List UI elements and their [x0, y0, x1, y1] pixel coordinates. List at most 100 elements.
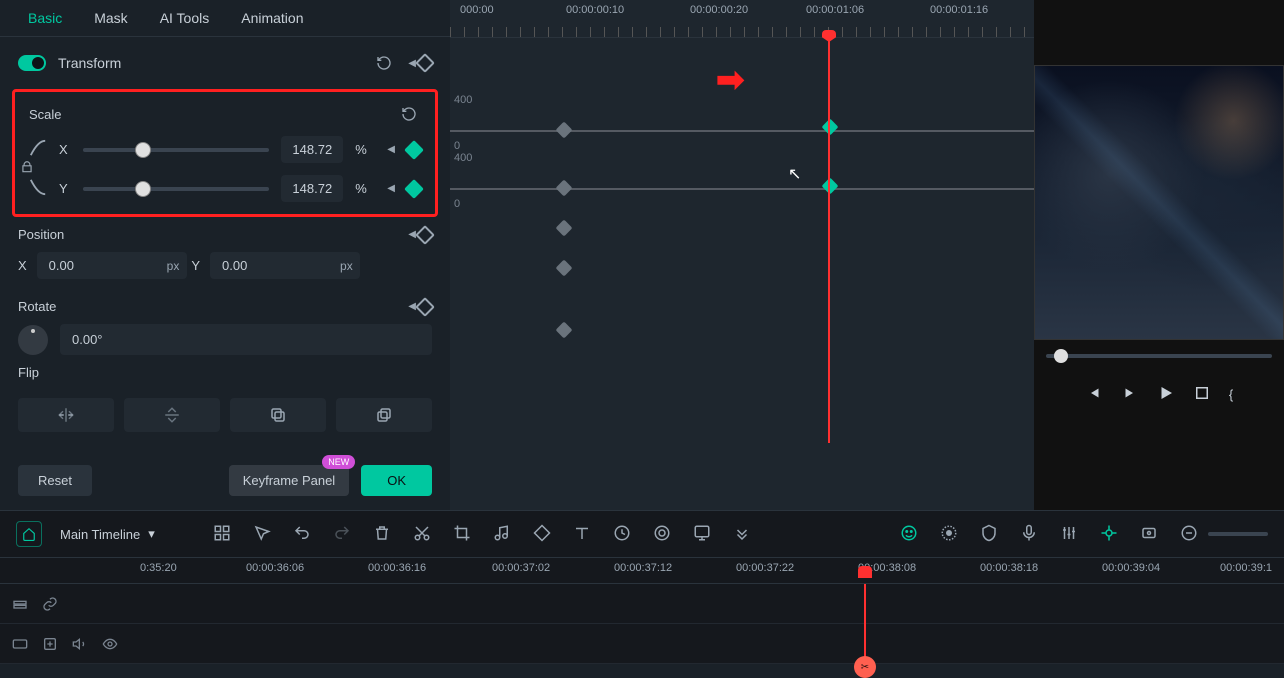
screen-icon[interactable] — [693, 524, 711, 545]
tab-ai-tools[interactable]: AI Tools — [160, 10, 210, 26]
flip-copy1-button[interactable] — [230, 398, 326, 432]
playhead-top-handle[interactable] — [858, 566, 872, 578]
bracket-icon[interactable]: { — [1229, 387, 1233, 402]
scale-reset-icon[interactable] — [397, 102, 421, 126]
track-type-icon[interactable] — [10, 634, 30, 654]
track-row-video[interactable] — [0, 584, 1284, 624]
curve-x-icon[interactable] — [29, 139, 47, 160]
crop-icon[interactable] — [453, 524, 471, 545]
graph-area[interactable]: 400 0 400 0 ➡ ↖ — [450, 38, 1034, 443]
scale-y-axis-label: Y — [59, 181, 71, 196]
transform-reset-icon[interactable] — [372, 51, 396, 75]
mic-icon[interactable] — [1020, 524, 1038, 545]
track-row-audio[interactable] — [0, 624, 1284, 664]
undo-icon[interactable] — [293, 524, 311, 545]
home-button[interactable] — [16, 521, 42, 547]
flip-vertical-button[interactable] — [124, 398, 220, 432]
tl-mark: 00:00:37:02 — [492, 562, 550, 574]
track-mute-icon[interactable] — [70, 634, 90, 654]
rotate-dial[interactable] — [18, 325, 48, 355]
playhead-bottom-handle[interactable]: ✂ — [854, 656, 876, 678]
position-add-keyframe[interactable] — [415, 225, 435, 245]
transform-toggle[interactable] — [18, 55, 46, 71]
flip-horizontal-button[interactable] — [18, 398, 114, 432]
grid-icon[interactable] — [213, 524, 231, 545]
timeline-toolbar: Main Timeline ▾ — [0, 511, 1284, 558]
marker-icon[interactable] — [1140, 524, 1158, 545]
tab-animation[interactable]: Animation — [241, 10, 303, 26]
transform-label: Transform — [58, 55, 360, 71]
preview-seek-bar[interactable] — [1046, 354, 1272, 358]
scale-link-xy-icon[interactable] — [20, 160, 34, 177]
keyframe-node-active[interactable] — [822, 178, 839, 195]
scale-group-highlighted: Scale X 148.72 % ◀ Y 148.72 % ◀ — [12, 89, 438, 217]
keyframe-node[interactable] — [556, 180, 573, 197]
keyframe-node-active[interactable] — [822, 119, 839, 136]
tl-mark: 00:00:37:22 — [736, 562, 794, 574]
ok-button[interactable]: OK — [361, 465, 432, 496]
preview-seek-thumb[interactable] — [1054, 349, 1068, 363]
timeline-ruler[interactable]: 0:35:20 00:00:36:06 00:00:36:16 00:00:37… — [0, 558, 1284, 584]
ai-smiley-icon[interactable] — [900, 524, 918, 545]
rotate-value-input[interactable]: 0.00° — [60, 324, 432, 355]
record-icon[interactable] — [940, 524, 958, 545]
speed-icon[interactable] — [613, 524, 631, 545]
track-visibility-icon[interactable] — [100, 634, 120, 654]
track-collapse-icon[interactable] — [10, 594, 30, 614]
tab-mask[interactable]: Mask — [94, 10, 127, 26]
position-x-input[interactable]: 0.00 — [37, 252, 187, 279]
tab-basic[interactable]: Basic — [28, 10, 62, 26]
keyframe-node[interactable] — [556, 260, 573, 277]
graph-playhead[interactable] — [828, 38, 830, 443]
scale-y-keyframe[interactable] — [404, 179, 424, 199]
color-icon[interactable] — [653, 524, 671, 545]
position-inputs: X 0.00 px Y 0.00 px — [0, 252, 450, 289]
graph-time-ruler[interactable]: 000:00 00:00:00:10 00:00:00:20 00:00:01:… — [450, 0, 1034, 38]
timeline-playhead[interactable]: ✂ — [864, 584, 866, 664]
zoom-slider[interactable] — [1208, 532, 1268, 536]
track-link-icon[interactable] — [40, 594, 60, 614]
scale-x-slider[interactable] — [83, 148, 269, 152]
preview-video-frame[interactable] — [1034, 65, 1284, 340]
prev-frame-icon[interactable] — [1085, 384, 1103, 405]
tag-icon[interactable] — [533, 524, 551, 545]
scale-x-kf-prev[interactable]: ◀ — [387, 144, 395, 155]
scale-y-slider-thumb[interactable] — [135, 181, 151, 197]
scale-y-kf-prev[interactable]: ◀ — [387, 183, 395, 194]
cut-icon[interactable] — [413, 524, 431, 545]
stop-icon[interactable] — [1193, 384, 1211, 405]
scale-y-slider[interactable] — [83, 187, 269, 191]
more-icon[interactable] — [733, 524, 751, 545]
flip-header: Flip — [0, 355, 450, 390]
scale-x-axis-label: X — [59, 142, 71, 157]
scale-y-value-input[interactable]: 148.72 — [281, 175, 343, 202]
timeline-dropdown[interactable]: Main Timeline ▾ — [60, 526, 155, 542]
snap-icon[interactable] — [1100, 524, 1118, 545]
scale-x-keyframe[interactable] — [404, 140, 424, 160]
play-icon[interactable] — [1157, 384, 1175, 405]
music-icon[interactable] — [493, 524, 511, 545]
cursor-tool-icon[interactable] — [253, 524, 271, 545]
zoom-out-icon[interactable] — [1180, 524, 1198, 545]
keyframe-panel-button[interactable]: Keyframe Panel NEW — [229, 465, 350, 496]
shield-icon[interactable] — [980, 524, 998, 545]
redo-icon[interactable] — [333, 524, 351, 545]
scale-x-slider-thumb[interactable] — [135, 142, 151, 158]
properties-panel: Basic Mask AI Tools Animation Transform … — [0, 0, 450, 510]
track-add-icon[interactable] — [40, 634, 60, 654]
delete-icon[interactable] — [373, 524, 391, 545]
transform-add-keyframe[interactable] — [415, 53, 435, 73]
position-y-input[interactable]: 0.00 — [210, 252, 360, 279]
curve-y-icon[interactable] — [29, 178, 47, 199]
flip-copy2-button[interactable] — [336, 398, 432, 432]
next-frame-icon[interactable] — [1121, 384, 1139, 405]
rotate-add-keyframe[interactable] — [415, 297, 435, 317]
reset-button[interactable]: Reset — [18, 465, 92, 496]
text-icon[interactable] — [573, 524, 591, 545]
keyframe-node[interactable] — [556, 122, 573, 139]
mixer-icon[interactable] — [1060, 524, 1078, 545]
keyframe-node[interactable] — [556, 220, 573, 237]
keyframe-node[interactable] — [556, 322, 573, 339]
scale-x-value-input[interactable]: 148.72 — [281, 136, 343, 163]
graph-y-label: 0 — [454, 198, 460, 210]
